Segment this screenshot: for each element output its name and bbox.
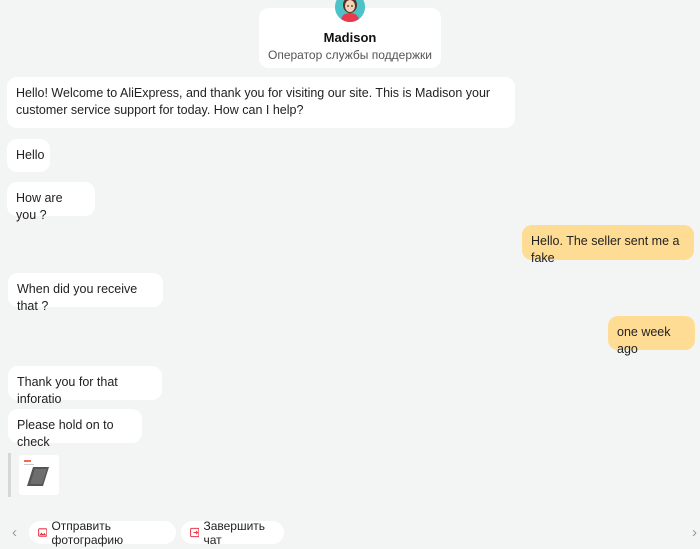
end-chat-button[interactable]: Завершить чат xyxy=(181,518,284,547)
image-icon xyxy=(38,528,48,537)
end-chat-label: Завершить чат xyxy=(203,518,266,547)
send-photo-button[interactable]: Отправить фотографию xyxy=(29,518,176,547)
message-user-one-week: one week ago xyxy=(608,316,695,356)
message-agent-thank-you: Thank you for that inforatio xyxy=(8,366,162,406)
send-photo-label: Отправить фотографию xyxy=(51,518,124,547)
agent-role: Оператор службы поддержки xyxy=(267,48,432,62)
message-agent-hold-on: Please hold on to check xyxy=(8,409,142,449)
product-image-icon xyxy=(24,460,49,486)
chevron-right-icon[interactable]: › xyxy=(692,524,697,541)
agent-name: Madison xyxy=(323,30,377,45)
attachment-card[interactable] xyxy=(8,453,59,497)
message-agent-when-received: When did you receive that ? xyxy=(8,273,163,313)
message-agent-welcome: Hello! Welcome to AliExpress, and thank … xyxy=(7,77,515,128)
message-user-fake: Hello. The seller sent me a fake xyxy=(522,225,694,265)
message-agent-how-are-you: How are you ? xyxy=(7,182,95,222)
end-chat-icon xyxy=(190,527,200,538)
attachment-divider xyxy=(8,453,11,497)
message-agent-hello: Hello xyxy=(7,139,50,172)
chevron-left-icon[interactable]: ‹ xyxy=(12,524,17,541)
attachment-thumbnail[interactable] xyxy=(19,455,59,495)
